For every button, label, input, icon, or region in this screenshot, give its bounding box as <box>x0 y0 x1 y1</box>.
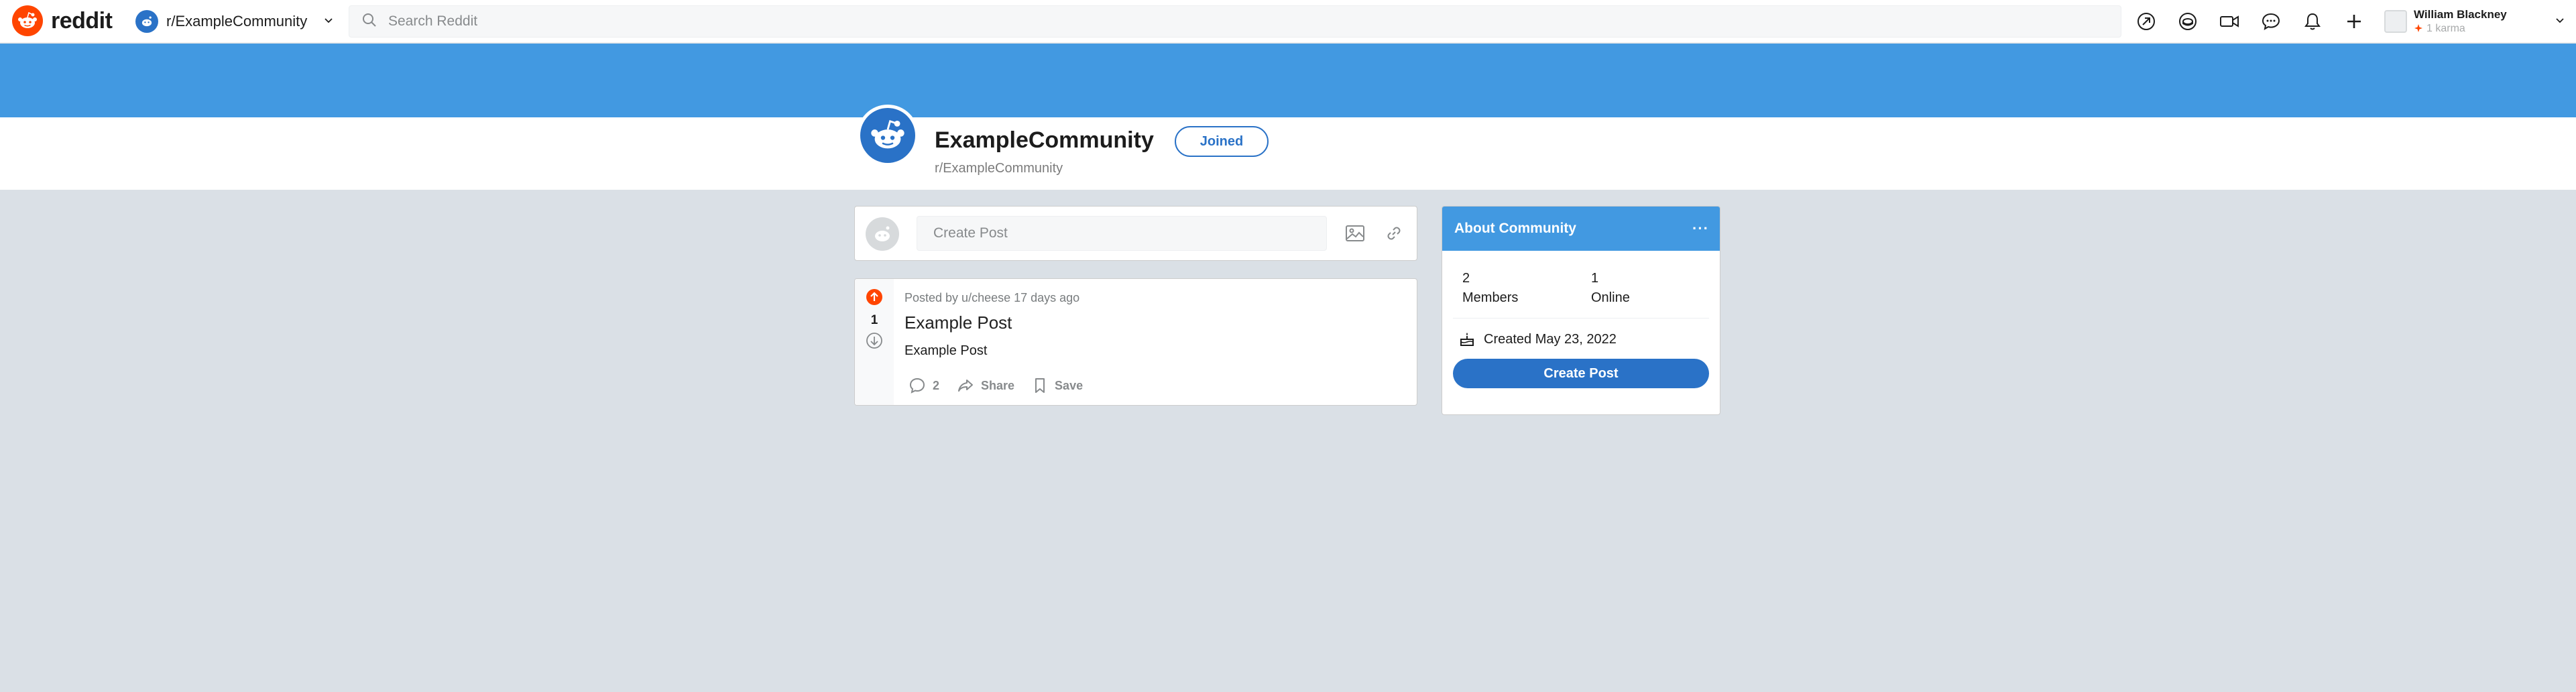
create-post-button[interactable]: Create Post <box>1453 359 1709 388</box>
created-date: Created May 23, 2022 <box>1484 331 1617 347</box>
reddit-logo[interactable]: reddit <box>12 5 113 36</box>
search-bar[interactable] <box>349 5 2121 38</box>
user-menu[interactable]: William Blackney 1 karma <box>2384 4 2565 39</box>
upvote-icon[interactable] <box>866 288 883 309</box>
avatar <box>2384 10 2407 33</box>
community-banner <box>0 44 2576 117</box>
more-options-icon[interactable]: ··· <box>1692 220 1709 237</box>
header-icon-group <box>2132 8 2368 35</box>
comments-button[interactable]: 2 <box>902 373 946 398</box>
popular-icon[interactable] <box>2132 8 2160 35</box>
community-avatar <box>857 105 919 166</box>
create-post-card <box>854 206 1417 261</box>
community-switcher-label: r/ExampleCommunity <box>166 13 308 30</box>
user-karma: 1 karma <box>2414 22 2507 35</box>
save-button[interactable]: Save <box>1025 373 1090 398</box>
vote-count: 1 <box>870 313 878 327</box>
image-icon[interactable] <box>1340 219 1370 248</box>
online-count: 1 <box>1591 271 1599 286</box>
user-name: William Blackney <box>2414 8 2507 21</box>
members-stat: 2 Members <box>1462 271 1591 306</box>
about-community-card: About Community ··· 2 Members 1 Online C… <box>1442 206 1720 415</box>
video-icon[interactable] <box>2215 8 2243 35</box>
comments-count: 2 <box>933 378 940 392</box>
karma-icon <box>2414 24 2422 33</box>
user-info: William Blackney 1 karma <box>2414 8 2507 35</box>
post-actions: 2 Share Save <box>902 373 1090 398</box>
share-button[interactable]: Share <box>950 373 1021 398</box>
search-icon <box>361 12 377 32</box>
online-stat: 1 Online <box>1591 271 1720 306</box>
joined-button[interactable]: Joined <box>1175 126 1269 157</box>
members-label: Members <box>1462 290 1519 305</box>
community-switcher[interactable]: r/ExampleCommunity <box>133 8 338 35</box>
about-community-header: About Community ··· <box>1442 207 1720 251</box>
search-input[interactable] <box>388 13 2121 30</box>
coin-icon[interactable] <box>2174 8 2202 35</box>
bookmark-icon <box>1035 378 1045 393</box>
user-karma-text: 1 karma <box>2426 22 2465 34</box>
create-post-input[interactable] <box>917 216 1327 251</box>
post-body: Example Post <box>904 343 988 358</box>
top-navigation-bar: reddit r/ExampleCommunity Search Reddit … <box>0 0 2576 43</box>
share-icon <box>958 380 974 392</box>
cake-icon <box>1460 333 1474 346</box>
community-header <box>0 117 2576 190</box>
plus-icon[interactable] <box>2340 8 2368 35</box>
community-stats: 2 Members 1 Online <box>1442 251 1720 306</box>
link-icon[interactable] <box>1379 219 1409 248</box>
chat-icon[interactable] <box>2257 8 2285 35</box>
community-avatar-icon <box>135 10 158 33</box>
bell-icon[interactable] <box>2298 8 2327 35</box>
post-card[interactable]: 1 Posted by u/cheese 17 days ago Example… <box>854 278 1417 406</box>
avatar[interactable] <box>866 217 899 251</box>
online-label: Online <box>1591 290 1630 305</box>
post-title[interactable]: Example Post <box>904 312 1012 333</box>
community-title: ExampleCommunity <box>935 127 1154 153</box>
chevron-down-icon <box>323 15 334 29</box>
downvote-icon[interactable] <box>866 332 883 353</box>
save-label: Save <box>1055 378 1084 392</box>
vote-column: 1 <box>855 279 894 405</box>
chevron-down-icon <box>2555 15 2565 29</box>
community-subtitle: r/ExampleCommunity <box>935 161 1063 176</box>
comment-icon <box>909 378 925 394</box>
reddit-alien-icon <box>12 5 43 36</box>
members-count: 2 <box>1462 271 1470 286</box>
logo-text: reddit <box>51 7 113 34</box>
snoo-icon <box>860 108 915 163</box>
post-meta: Posted by u/cheese 17 days ago <box>904 291 1080 304</box>
share-label: Share <box>981 378 1015 392</box>
created-date-row: Created May 23, 2022 <box>1442 319 1720 348</box>
about-community-title: About Community <box>1454 221 1576 236</box>
